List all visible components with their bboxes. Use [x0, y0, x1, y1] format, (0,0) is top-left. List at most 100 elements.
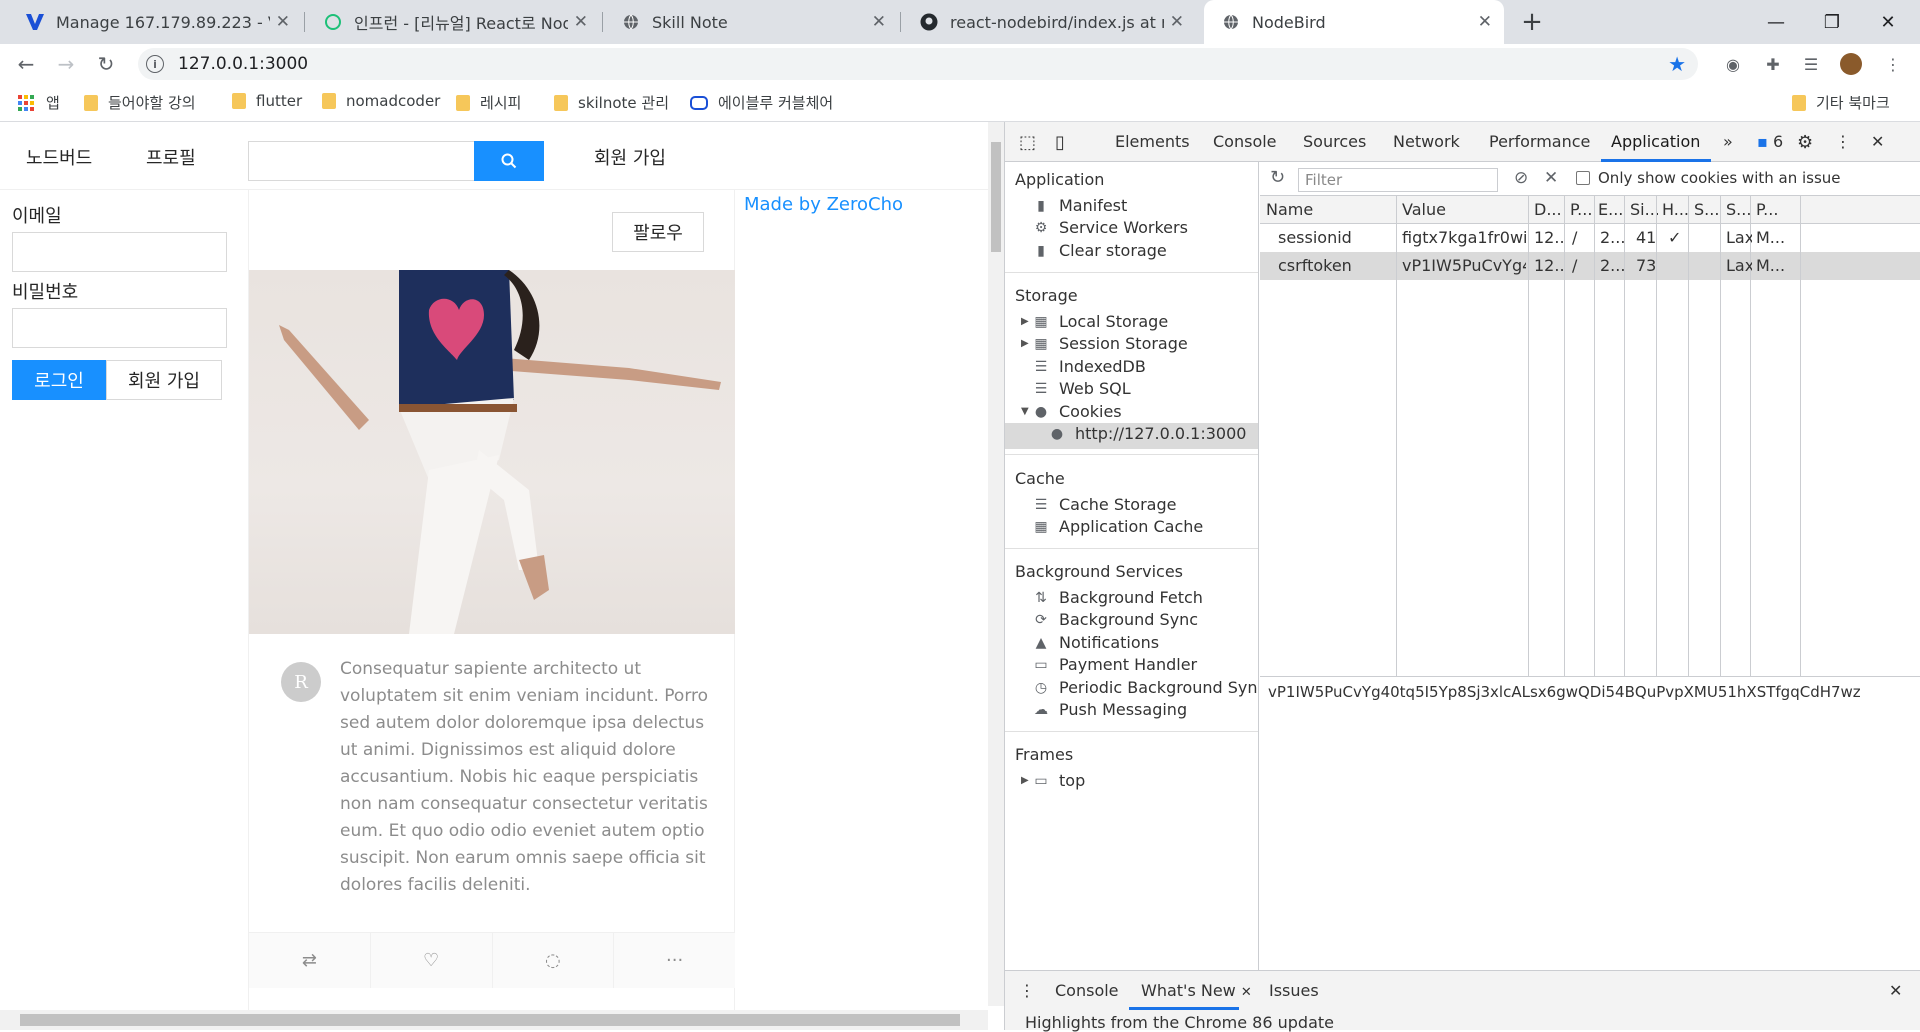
sidebar-item-local-storage[interactable]: ▦ Local Storage	[1033, 312, 1168, 331]
site-info-icon[interactable]: i	[146, 55, 164, 73]
tab-sources[interactable]: Sources	[1303, 132, 1366, 151]
sidebar-item-application-cache[interactable]: ▦ Application Cache	[1033, 517, 1203, 536]
expand-arrow-icon[interactable]: ▶	[1021, 338, 1029, 349]
close-tab-icon[interactable]: ✕	[574, 12, 588, 32]
vertical-scrollbar[interactable]	[988, 122, 1004, 1006]
sidebar-item-manifest[interactable]: ▮ Manifest	[1033, 196, 1127, 215]
address-bar[interactable]: i 127.0.0.1:3000 ★	[138, 48, 1698, 80]
bookmark-folder[interactable]: flutter	[232, 92, 302, 110]
sidebar-item-cache-storage[interactable]: ☰ Cache Storage	[1033, 495, 1177, 514]
scroll-thumb[interactable]	[991, 142, 1001, 252]
drawer-tab-issues[interactable]: Issues	[1269, 981, 1319, 1000]
bookmark-other[interactable]: 기타 북마크	[1792, 92, 1890, 113]
close-drawer-icon[interactable]: ✕	[1889, 981, 1902, 1000]
close-tab-icon[interactable]: ✕	[872, 12, 886, 32]
drawer-tab-whats-new[interactable]: What's New ✕	[1141, 981, 1252, 1000]
bookmark-folder[interactable]: skilnote 관리	[554, 92, 669, 113]
made-by-link[interactable]: Made by ZeroCho	[744, 194, 903, 215]
sidebar-item-clear-storage[interactable]: ▮ Clear storage	[1033, 241, 1167, 260]
minimize-button[interactable]: —	[1748, 0, 1804, 44]
sidebar-item-indexeddb[interactable]: ☰ IndexedDB	[1033, 357, 1146, 376]
window-close-button[interactable]: ✕	[1860, 0, 1916, 44]
filter-input[interactable]: Filter	[1298, 168, 1498, 192]
gear-icon[interactable]: ⚙	[1797, 132, 1813, 153]
sidebar-item-cookies[interactable]: ● Cookies	[1033, 402, 1122, 421]
expand-arrow-icon[interactable]: ▶	[1021, 316, 1029, 327]
close-tab-icon[interactable]: ✕	[1478, 12, 1492, 32]
horizontal-scrollbar[interactable]	[0, 1010, 988, 1030]
browser-tab-skillnote[interactable]: Skill Note ✕	[604, 0, 898, 44]
browser-tab-inflearn[interactable]: 인프런 - [리뉴얼] React로 NodeB ✕	[306, 0, 600, 44]
bookmark-folder[interactable]: 레시피	[456, 92, 521, 113]
more-icon[interactable]: ···	[614, 933, 735, 988]
sidebar-item-background-sync[interactable]: ⟳ Background Sync	[1033, 610, 1198, 629]
inspect-element-icon[interactable]: ⬚	[1019, 132, 1036, 153]
sidebar-item-service-workers[interactable]: ⚙ Service Workers	[1033, 218, 1188, 237]
col-secure[interactable]: S...	[1694, 200, 1722, 219]
heart-icon[interactable]: ♡	[371, 933, 493, 988]
puzzle-icon[interactable]: ✚	[1762, 53, 1784, 75]
tab-performance[interactable]: Performance	[1489, 132, 1590, 151]
password-field[interactable]	[12, 308, 227, 348]
sidebar-item-websql[interactable]: ☰ Web SQL	[1033, 379, 1131, 398]
sidebar-item-background-fetch[interactable]: ⇅ Background Fetch	[1033, 588, 1203, 607]
col-httponly[interactable]: H...	[1662, 200, 1690, 219]
browser-tab-nodebird[interactable]: NodeBird ✕	[1204, 0, 1504, 44]
device-toolbar-icon[interactable]: ▯	[1055, 132, 1065, 153]
col-value[interactable]: Value	[1402, 200, 1528, 219]
delete-selected-icon[interactable]: ✕	[1544, 168, 1558, 188]
col-expires[interactable]: E...	[1598, 200, 1626, 219]
search-input[interactable]	[248, 141, 474, 181]
email-field[interactable]	[12, 232, 227, 272]
profile-avatar[interactable]	[1840, 53, 1862, 75]
tab-console[interactable]: Console	[1213, 132, 1277, 151]
sidebar-item-session-storage[interactable]: ▦ Session Storage	[1033, 334, 1187, 353]
menu-signup[interactable]: 회원 가입	[594, 144, 666, 170]
col-domain[interactable]: D...	[1534, 200, 1566, 219]
browser-tab-github[interactable]: react-nodebird/index.js at revise ✕	[902, 0, 1196, 44]
expand-arrow-icon[interactable]: ▶	[1021, 775, 1029, 786]
drawer-tab-console[interactable]: Console	[1055, 981, 1119, 1000]
retweet-icon[interactable]: ⇄	[249, 933, 371, 988]
drawer-menu-icon[interactable]: ⋮	[1019, 981, 1035, 1000]
menu-profile[interactable]: 프로필	[146, 144, 196, 170]
close-tab-icon[interactable]: ✕	[276, 12, 290, 32]
issues-badge[interactable]: ▪ 6	[1757, 132, 1783, 151]
tab-elements[interactable]: Elements	[1115, 132, 1190, 151]
sidebar-item-frame-top[interactable]: ▭ top	[1033, 771, 1085, 790]
reload-button[interactable]: ↻	[92, 50, 120, 78]
sidebar-item-periodic-sync[interactable]: ◷ Periodic Background Sync	[1033, 678, 1258, 697]
bookmark-folder[interactable]: nomadcoder	[322, 92, 440, 110]
sidebar-item-payment-handler[interactable]: ▭ Payment Handler	[1033, 655, 1197, 674]
more-tabs-icon[interactable]: »	[1723, 132, 1733, 151]
follow-button[interactable]: 팔로우	[612, 212, 704, 252]
bookmark-ablue[interactable]: 에이블루 커블체어	[690, 92, 833, 113]
bookmark-folder[interactable]: 들어야할 강의	[84, 92, 196, 113]
clear-all-icon[interactable]: ⊘	[1514, 168, 1528, 188]
sidebar-item-push-messaging[interactable]: ☁ Push Messaging	[1033, 700, 1187, 719]
col-priority[interactable]: P...	[1756, 200, 1796, 219]
back-button[interactable]: ←	[12, 50, 40, 78]
scroll-thumb[interactable]	[20, 1014, 960, 1026]
col-name[interactable]: Name	[1266, 200, 1392, 219]
restore-button[interactable]: ❐	[1804, 0, 1860, 44]
forward-button[interactable]: →	[52, 50, 80, 78]
browser-tab-vultr[interactable]: Manage 167.179.89.223 - Vultr.c ✕	[8, 0, 302, 44]
tab-network[interactable]: Network	[1393, 132, 1460, 151]
signup-button[interactable]: 회원 가입	[106, 360, 222, 400]
media-queue-icon[interactable]: ☰	[1800, 53, 1822, 75]
col-path[interactable]: P...	[1570, 200, 1596, 219]
close-devtools-icon[interactable]: ✕	[1871, 132, 1884, 151]
close-tab-icon[interactable]: ✕	[1241, 985, 1252, 1000]
collapse-arrow-icon[interactable]: ▼	[1021, 406, 1029, 417]
close-tab-icon[interactable]: ✕	[1170, 12, 1184, 32]
only-issues-checkbox[interactable]	[1576, 171, 1590, 185]
bookmark-star-icon[interactable]: ★	[1668, 52, 1686, 76]
extension-icon[interactable]: ◉	[1722, 53, 1744, 75]
devtools-menu-icon[interactable]: ⋮	[1835, 132, 1851, 151]
tab-application[interactable]: Application	[1611, 132, 1700, 151]
refresh-icon[interactable]: ↻	[1270, 167, 1285, 188]
menu-dots-icon[interactable]: ⋮	[1882, 53, 1904, 75]
bookmark-apps[interactable]: 앱	[18, 92, 60, 113]
comment-icon[interactable]: ◌	[493, 933, 615, 988]
